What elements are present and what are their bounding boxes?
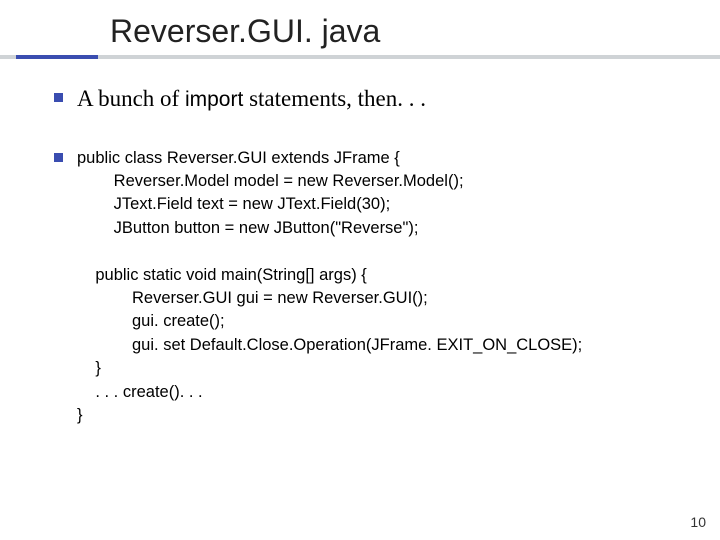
code-listing: public class Reverser.GUI extends JFrame… [77, 147, 582, 428]
bullet-square-icon [54, 153, 63, 162]
title-area: Reverser.GUI. java [0, 0, 720, 49]
bullet-square-icon [54, 93, 63, 102]
bullet-1-text: A bunch of import statements, then. . . [77, 83, 426, 114]
bullet-1-post: statements, then. . . [243, 86, 426, 111]
bullet-1-import-word: import [185, 88, 243, 111]
slide-body: A bunch of import statements, then. . . … [54, 83, 680, 427]
page-number: 10 [690, 514, 706, 530]
bullet-item-1: A bunch of import statements, then. . . [54, 83, 680, 114]
title-divider [0, 55, 720, 59]
title-accent-bar [16, 55, 98, 59]
bullet-item-2: public class Reverser.GUI extends JFrame… [54, 147, 680, 428]
page-title: Reverser.GUI. java [110, 14, 720, 49]
bullet-1-pre: A bunch of [77, 86, 185, 111]
